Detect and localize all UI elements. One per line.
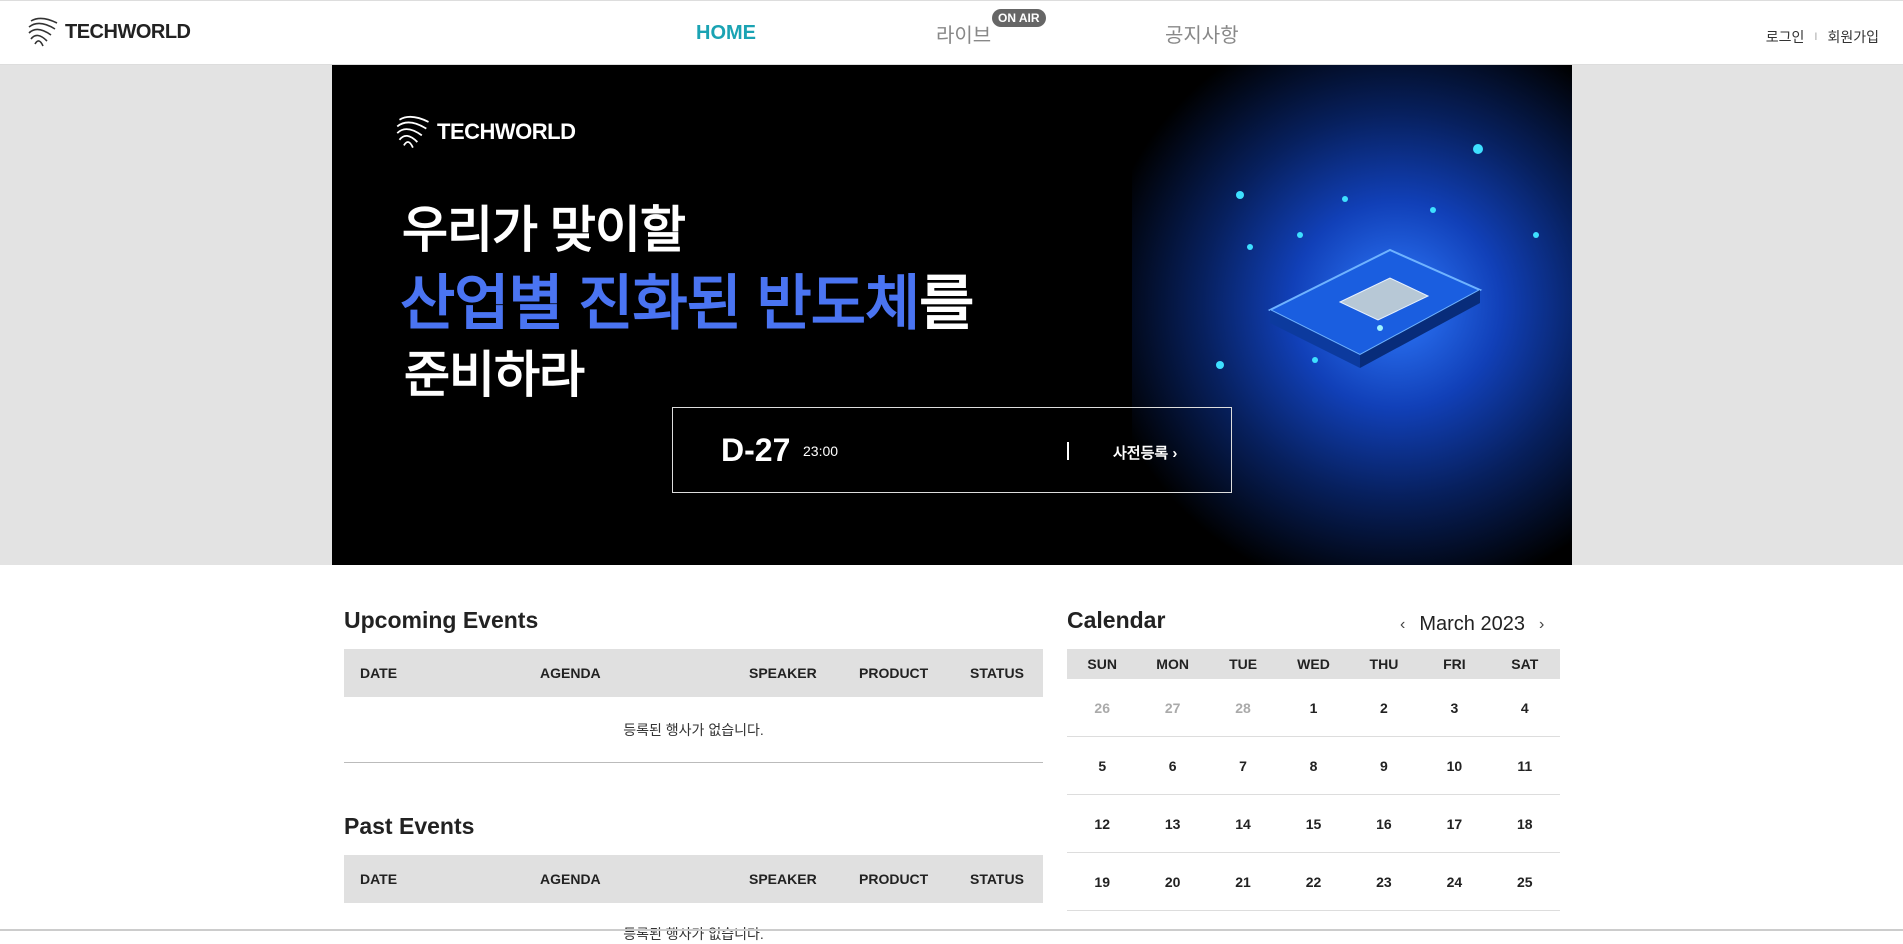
upcoming-events-title: Upcoming Events [344, 607, 539, 633]
calendar-day[interactable]: 25 [1490, 853, 1560, 910]
calendar-day[interactable]: 12 [1067, 795, 1137, 852]
weekday-fri: FRI [1443, 656, 1466, 672]
calendar-day[interactable]: 27 [1137, 679, 1207, 736]
upcoming-table-bottom-line [344, 762, 1043, 763]
auth-links: 로그인 I 회원가입 [1766, 27, 1879, 47]
col-product: PRODUCT [859, 871, 929, 887]
calendar-week: 5 6 7 8 9 10 11 [1067, 737, 1560, 795]
hero-headline-highlight: 산업별 진화된 반도체 [400, 270, 920, 337]
calendar-week: 12 13 14 15 16 17 18 [1067, 795, 1560, 853]
calendar-day[interactable]: 4 [1490, 679, 1560, 736]
top-navigation-bar: TECHWORLD HOME 라이브 ON AIR 공지사항 로그인 I 회원가… [0, 0, 1903, 65]
past-events-title: Past Events [344, 813, 475, 839]
nav-live[interactable]: 라이브 [936, 1, 991, 66]
signup-link[interactable]: 회원가입 [1827, 27, 1879, 47]
countdown-time: 23:00 [803, 443, 839, 459]
weekday-mon: MON [1156, 656, 1189, 672]
calendar-day[interactable]: 15 [1278, 795, 1348, 852]
calendar-grid: 26 27 28 1 2 3 4 5 6 7 8 9 10 11 12 13 1… [1067, 679, 1560, 911]
calendar-day[interactable]: 17 [1419, 795, 1489, 852]
calendar-day[interactable]: 24 [1419, 853, 1489, 910]
col-agenda: AGENDA [540, 871, 601, 887]
col-status: STATUS [970, 871, 1024, 887]
calendar-day[interactable]: 11 [1490, 737, 1560, 794]
calendar-day[interactable]: 1 [1278, 679, 1348, 736]
dday-counter: D-27 [721, 432, 791, 468]
nav-home[interactable]: HOME [696, 1, 756, 66]
calendar-week: 19 20 21 22 23 24 25 [1067, 853, 1560, 911]
calendar-day[interactable]: 23 [1349, 853, 1419, 910]
calendar-day[interactable]: 14 [1208, 795, 1278, 852]
divider [1067, 442, 1069, 460]
hero-headline-line1: 우리가 맞이할 [402, 202, 686, 258]
col-date: DATE [360, 871, 398, 887]
col-speaker: SPEAKER [749, 665, 817, 681]
calendar-day[interactable]: 19 [1067, 853, 1137, 910]
calendar-day[interactable]: 16 [1349, 795, 1419, 852]
col-agenda: AGENDA [540, 665, 601, 681]
hero-headline-line3: 준비하라 [404, 347, 585, 403]
past-empty-message: 등록된 행사가 없습니다. [623, 926, 764, 942]
col-speaker: SPEAKER [749, 871, 817, 887]
calendar-month-label: March 2023 [1419, 613, 1525, 635]
hero-headline-line2: 산업별 진화된 반도체를 [400, 255, 974, 342]
calendar-day[interactable]: 6 [1137, 737, 1207, 794]
hero-logo: TECHWORLD [395, 110, 576, 154]
on-air-badge: ON AIR [992, 9, 1046, 27]
calendar-day[interactable]: 7 [1208, 737, 1278, 794]
weekday-tue: TUE [1229, 656, 1258, 672]
hero-logo-text: TECHWORLD [437, 119, 576, 144]
calendar-day[interactable]: 9 [1349, 737, 1419, 794]
calendar-day[interactable]: 10 [1419, 737, 1489, 794]
weekday-thu: THU [1369, 656, 1399, 672]
calendar-day[interactable]: 13 [1137, 795, 1207, 852]
calendar-day[interactable]: 18 [1490, 795, 1560, 852]
weekday-sat: SAT [1511, 656, 1539, 672]
calendar-day[interactable]: 26 [1067, 679, 1137, 736]
col-date: DATE [360, 665, 398, 681]
calendar-day[interactable]: 21 [1208, 853, 1278, 910]
col-product: PRODUCT [859, 665, 929, 681]
calendar-day[interactable]: 8 [1278, 737, 1348, 794]
auth-separator: I [1814, 31, 1818, 43]
site-logo[interactable]: TECHWORLD [27, 13, 191, 51]
globe-logo-icon [28, 17, 58, 47]
calendar-day[interactable]: 3 [1419, 679, 1489, 736]
globe-logo-icon [396, 115, 429, 149]
nav-notice[interactable]: 공지사항 [1165, 1, 1239, 66]
past-table-header: DATE AGENDA SPEAKER PRODUCT STATUS [344, 855, 1043, 903]
hero-headline-line2-rest: 를 [919, 270, 974, 337]
circuit-lights-decoration [1216, 144, 1539, 369]
calendar-day[interactable]: 28 [1208, 679, 1278, 736]
weekday-wed: WED [1297, 656, 1330, 672]
dday-countdown-box: D-27 23:00 사전등록 › [672, 407, 1232, 493]
pre-register-button[interactable]: 사전등록 › [1113, 442, 1177, 463]
col-status: STATUS [970, 665, 1024, 681]
calendar-day[interactable]: 5 [1067, 737, 1137, 794]
calendar-next-button[interactable]: › [1539, 616, 1544, 634]
upcoming-table-header: DATE AGENDA SPEAKER PRODUCT STATUS [344, 649, 1043, 697]
calendar-title: Calendar [1067, 607, 1166, 633]
calendar-week: 26 27 28 1 2 3 4 [1067, 679, 1560, 737]
calendar-day[interactable]: 22 [1278, 853, 1348, 910]
calendar-month-nav: ‹ March 2023 › [1400, 613, 1544, 636]
login-link[interactable]: 로그인 [1766, 27, 1805, 47]
weekday-sun: SUN [1087, 656, 1117, 672]
upcoming-empty-message: 등록된 행사가 없습니다. [623, 722, 764, 738]
calendar-weekday-header: SUN MON TUE WED THU FRI SAT [1067, 649, 1560, 679]
calendar-day[interactable]: 20 [1137, 853, 1207, 910]
logo-text: TECHWORLD [65, 20, 191, 43]
calendar-day[interactable]: 2 [1349, 679, 1419, 736]
calendar-prev-button[interactable]: ‹ [1400, 616, 1405, 634]
